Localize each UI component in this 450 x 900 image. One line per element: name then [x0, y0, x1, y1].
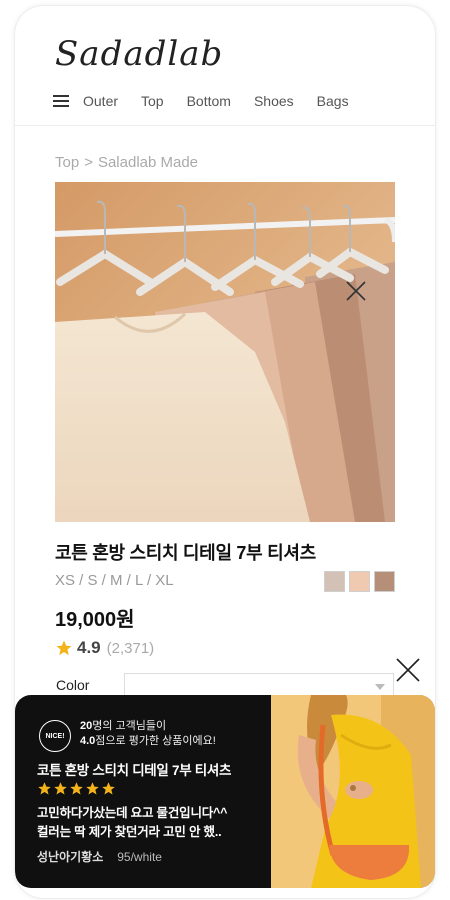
review-product-title: 코튼 혼방 스티치 디테일 7부 티셔츠	[37, 763, 232, 778]
close-icon[interactable]	[345, 280, 367, 302]
phone-frame: Sadadlab Outer Top Bottom Shoes Bags Top…	[15, 6, 435, 898]
size-options: XS / S / M / L / XL	[55, 572, 174, 589]
menu-icon[interactable]	[53, 95, 69, 107]
star-icon	[102, 782, 115, 795]
reviewer-spec: 95/white	[117, 850, 162, 864]
rating[interactable]: 4.9 (2,371)	[55, 638, 154, 658]
nav-item-top[interactable]: Top	[141, 93, 164, 109]
color-swatch[interactable]	[374, 571, 395, 592]
star-icon	[56, 640, 72, 656]
review-text: 고민하다가샀는데 요고 물건입니다^^ 컬러는 딱 제가 찾던거라 고민 안 했…	[37, 804, 227, 842]
breadcrumb: Top > Saladlab Made	[55, 154, 198, 171]
reviewer-name: 성난아기황소	[37, 850, 104, 864]
reviewer-count: 20	[80, 720, 93, 732]
product-image[interactable]	[55, 182, 395, 522]
nav-item-outer[interactable]: Outer	[83, 93, 118, 109]
color-swatch[interactable]	[324, 571, 345, 592]
color-swatch[interactable]	[349, 571, 370, 592]
breadcrumb-category[interactable]: Top	[55, 154, 79, 171]
star-icon	[54, 782, 67, 795]
breadcrumb-current[interactable]: Saladlab Made	[98, 154, 198, 171]
star-icon	[86, 782, 99, 795]
review-text-line: 컬러는 딱 제가 찾던거라 고민 안 했..	[37, 825, 222, 839]
product-title: 코튼 혼방 스티치 디테일 7부 티셔츠	[55, 543, 316, 563]
review-photo[interactable]	[271, 695, 435, 888]
star-icon	[38, 782, 51, 795]
category-nav: Outer Top Bottom Shoes Bags	[53, 90, 372, 112]
nav-item-bottom[interactable]: Bottom	[187, 93, 231, 109]
breadcrumb-separator: >	[84, 154, 93, 171]
review-text-line: 고민하다가샀는데 요고 물건입니다^^	[37, 806, 228, 820]
color-option-label: Color	[56, 677, 90, 693]
nav-item-bags[interactable]: Bags	[317, 93, 349, 109]
product-price: 19,000원	[55, 609, 135, 631]
review-count: (2,371)	[106, 639, 155, 657]
nav-item-shoes[interactable]: Shoes	[254, 93, 294, 109]
color-swatches	[324, 571, 399, 592]
average-score: 4.0	[80, 735, 96, 747]
brand-logo[interactable]: Sadadlab	[55, 34, 223, 74]
popup-close-icon[interactable]	[395, 657, 421, 683]
review-content: NICE! 20명의 고객님들이 4.0점으로 평가한 상품이에요! 코튼 혼방…	[15, 695, 271, 888]
summary-line2: 점으로 평가한 상품이에요!	[95, 735, 216, 747]
review-stars	[37, 781, 117, 796]
rating-score: 4.9	[77, 638, 101, 657]
review-meta: 성난아기황소 95/white	[37, 848, 162, 865]
star-icon	[70, 782, 83, 795]
summary-line1: 명의 고객님들이	[92, 720, 167, 732]
review-popup[interactable]: NICE! 20명의 고객님들이 4.0점으로 평가한 상품이에요! 코튼 혼방…	[15, 695, 435, 888]
chevron-down-icon	[375, 684, 385, 690]
header: Sadadlab Outer Top Bottom Shoes Bags	[15, 6, 435, 126]
nice-badge: NICE!	[39, 720, 71, 752]
review-summary: 20명의 고객님들이 4.0점으로 평가한 상품이에요!	[80, 719, 216, 749]
